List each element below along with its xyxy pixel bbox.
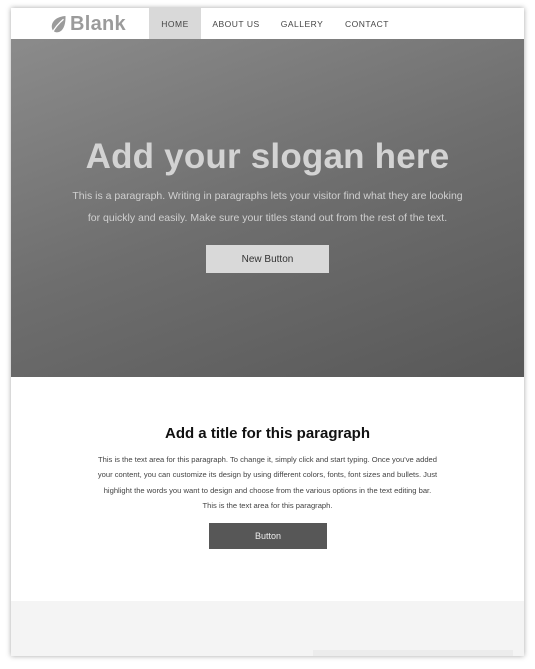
logo-text: Blank [70, 12, 126, 35]
nav-item-label: HOME [161, 18, 189, 29]
new-button[interactable]: New Button [206, 245, 329, 273]
footer-section [11, 601, 524, 656]
footer-block [313, 650, 513, 656]
content-section: Add a title for this paragraph This is t… [11, 377, 524, 601]
site-logo[interactable]: Blank [50, 12, 126, 36]
section-button[interactable]: Button [209, 523, 327, 549]
hero-title: Add your slogan here [85, 137, 450, 176]
nav-item-label: GALLERY [280, 18, 324, 29]
site-header: Blank HOME ABOUT US GALLERY CONTACT [11, 8, 524, 39]
main-nav: HOME ABOUT US GALLERY CONTACT [149, 8, 401, 39]
website-page: Blank HOME ABOUT US GALLERY CONTACT Add … [11, 8, 524, 656]
section-paragraph: This is the text area for this paragraph… [97, 455, 438, 510]
hero-section: Add your slogan here This is a paragraph… [11, 39, 524, 377]
nav-item-label: ABOUT US [212, 18, 260, 29]
nav-item-home[interactable]: HOME [149, 8, 201, 39]
nav-item-gallery[interactable]: GALLERY [271, 8, 333, 39]
section-title: Add a title for this paragraph [164, 425, 371, 442]
nav-item-label: CONTACT [345, 18, 389, 29]
nav-item-about-us[interactable]: ABOUT US [201, 8, 271, 39]
leaf-icon [51, 15, 66, 33]
nav-item-contact[interactable]: CONTACT [333, 8, 401, 39]
hero-paragraph: This is a paragraph. Writing in paragrap… [72, 190, 463, 224]
